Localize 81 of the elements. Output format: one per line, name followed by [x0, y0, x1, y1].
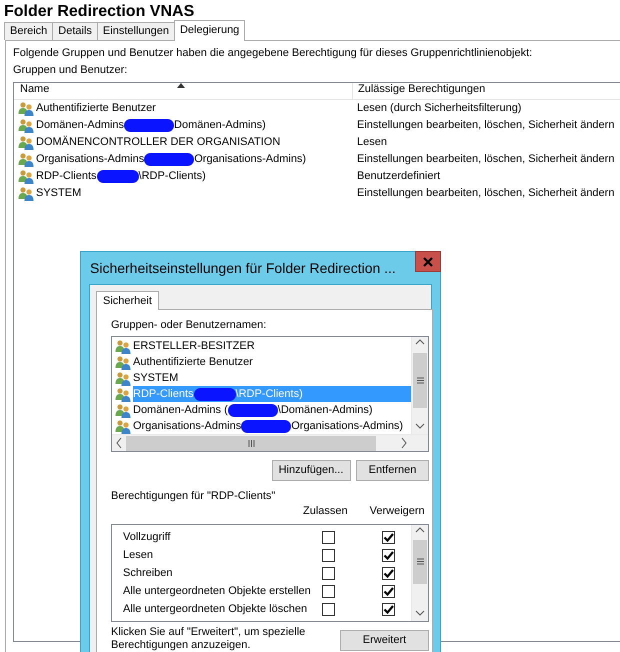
- tab[interactable]: Einstellungen: [96, 22, 175, 40]
- list-item[interactable]: ERSTELLER-BESITZER: [133, 338, 255, 354]
- user-group-icon: [115, 338, 131, 354]
- close-button[interactable]: [415, 251, 441, 272]
- scroll-thumb[interactable]: [126, 436, 376, 451]
- checkbox[interactable]: [322, 549, 335, 562]
- user-name: RDP-Clients: [36, 170, 97, 184]
- checkbox[interactable]: [382, 567, 395, 580]
- checkbox[interactable]: [322, 603, 335, 616]
- checkbox[interactable]: [322, 567, 335, 580]
- user-group-icon: [18, 135, 34, 150]
- check-icon: [383, 532, 394, 544]
- permissions-label: Berechtigungen für "RDP-Clients": [111, 490, 276, 504]
- add-button[interactable]: Hinzufügen...: [272, 460, 350, 482]
- checkbox[interactable]: [382, 585, 395, 598]
- user-group-icon: [115, 354, 131, 370]
- permission-cell-text: Benutzerdefiniert: [356, 170, 440, 184]
- checkbox[interactable]: [382, 549, 395, 562]
- user-group-icon: [18, 169, 34, 184]
- remove-button[interactable]: Entfernen: [356, 460, 429, 482]
- permission-name: Alle untergeordneten Objekte löschen: [123, 602, 308, 616]
- user-name: Domänen-Admins: [36, 119, 124, 132]
- permission-cell-text: Lesen (durch Sicherheitsfilterung): [356, 102, 522, 116]
- hint-text: Klicken Sie auf "Erweitert", um spezielle Berechtigungen anzuzeigen.: [111, 626, 306, 652]
- list-item[interactable]: Domänen-Admins ( \Domänen-Admins): [133, 402, 373, 418]
- check-icon: [383, 568, 394, 580]
- permission-cell-text: Einstellungen bearbeiten, löschen, Sicherheit ändern: [356, 187, 614, 200]
- tab[interactable]: Details: [52, 22, 98, 40]
- scroll-thumb[interactable]: [413, 352, 427, 408]
- permission-name: Schreiben: [123, 566, 174, 580]
- dialog-title: Sicherheitseinstellungen für Folder Redirection ...: [90, 260, 396, 276]
- close-icon: [423, 256, 433, 266]
- user-group-icon: [18, 186, 34, 202]
- permission-cell-text: Einstellungen bearbeiten, löschen, Sicherheit ändern: [356, 153, 614, 166]
- user-group-icon: [18, 101, 34, 116]
- user-group-icon: [18, 118, 34, 134]
- user-name: SYSTEM: [36, 187, 82, 200]
- column-header[interactable]: Zulässige Berechtigungen: [353, 83, 486, 100]
- checkbox[interactable]: [322, 531, 335, 544]
- column-header: Zulassen: [303, 505, 348, 519]
- permission-name: Alle untergeordneten Objekte erstellen: [123, 584, 312, 598]
- user-group-icon: [18, 152, 34, 168]
- column-header: Verweigern: [370, 505, 425, 519]
- grip-icon: [416, 376, 424, 384]
- user-name: \RDP-Clients): [138, 170, 206, 184]
- vertical-scrollbar[interactable]: [411, 524, 428, 621]
- user-name: Organisations-Admins: [36, 153, 144, 166]
- check-icon: [383, 550, 394, 562]
- tab[interactable]: Delegierung: [174, 20, 246, 41]
- user-group-icon: [115, 418, 131, 434]
- horizontal-scrollbar[interactable]: [112, 434, 428, 452]
- list-label: Gruppen und Benutzer:: [13, 64, 128, 78]
- checkbox[interactable]: [382, 603, 395, 616]
- list-item[interactable]: SYSTEM: [133, 370, 178, 386]
- intro-text: Folgende Gruppen und Benutzer haben die angegebene Berechtigung für dieses Gruppenrichtlinienobjekt:: [13, 47, 534, 60]
- user-group-icon: [115, 370, 131, 386]
- checkbox[interactable]: [382, 531, 395, 544]
- checkbox[interactable]: [322, 585, 335, 598]
- list-item[interactable]: Organisations-Admins Organisations-Admins): [133, 418, 404, 434]
- user-name: Organisations-Admins): [194, 153, 306, 166]
- user-name: DOMÄNENCONTROLLER DER ORGANISATION: [36, 136, 280, 150]
- check-icon: [383, 586, 394, 598]
- user-name: Authentifizierte Benutzer: [36, 102, 156, 116]
- vertical-scrollbar[interactable]: [411, 337, 428, 434]
- permission-name: Vollzugriff: [123, 530, 172, 544]
- permission-name: Lesen: [123, 548, 154, 562]
- tab[interactable]: Sicherheit: [96, 291, 159, 310]
- tab[interactable]: Bereich: [4, 22, 54, 40]
- user-group-icon: [115, 402, 131, 418]
- advanced-button[interactable]: Erweitert: [340, 630, 429, 651]
- check-icon: [383, 604, 394, 616]
- permission-cell-text: Einstellungen bearbeiten, löschen, Sicherheit ändern: [356, 119, 614, 132]
- list-item[interactable]: Authentifizierte Benutzer: [133, 354, 253, 370]
- permission-cell-text: Lesen: [356, 136, 387, 150]
- scroll-thumb[interactable]: [413, 540, 427, 584]
- window-title: Folder Redirection VNAS: [3, 2, 196, 22]
- grip-icon: [416, 558, 424, 566]
- grip-icon: [248, 440, 254, 447]
- list-label: Gruppen- oder Benutzernamen:: [111, 319, 268, 332]
- user-name: Domänen-Admins): [174, 119, 266, 132]
- user-group-icon: [115, 386, 131, 402]
